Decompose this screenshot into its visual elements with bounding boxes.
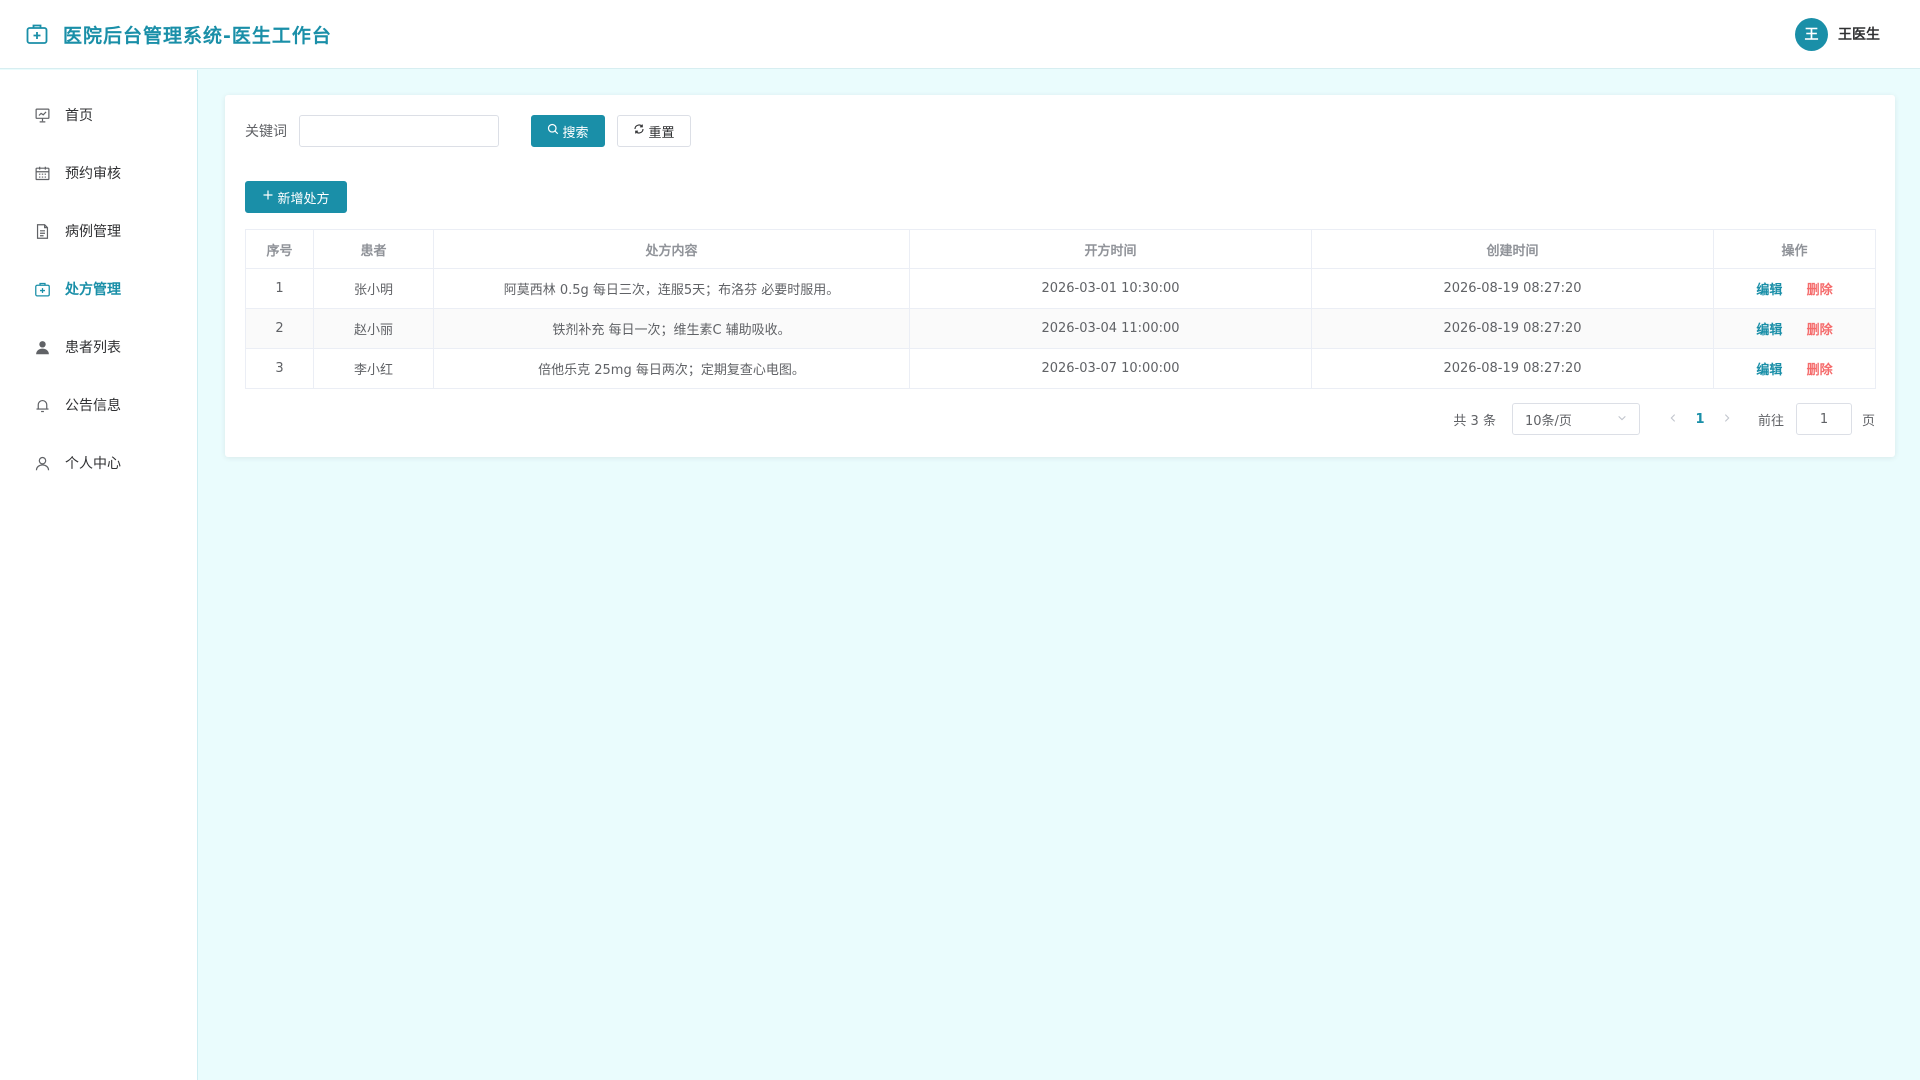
pagination-total: 共 3 条 [1453, 413, 1496, 429]
table-header-row: 序号 患者 处方内容 开方时间 创建时间 操作 [245, 229, 1876, 269]
page-size-value: 10条/页 [1524, 413, 1572, 429]
user-filled-icon [34, 339, 51, 356]
column-header-content: 处方内容 [433, 229, 910, 269]
avatar[interactable]: 王 [1795, 17, 1828, 51]
table-row: 1 张小明 阿莫西林 0.5g 每日三次，连服5天；布洛芬 必要时服用。 202… [245, 268, 1876, 309]
cell-patient: 李小红 [313, 348, 434, 389]
app-title: 医院后台管理系统-医生工作台 [63, 24, 332, 47]
sidebar-item-cases[interactable]: 病例管理 [0, 202, 197, 260]
chevron-down-icon [1617, 412, 1627, 427]
refresh-icon [633, 123, 645, 139]
edit-button[interactable]: 编辑 [1756, 323, 1782, 338]
column-header-created-time: 创建时间 [1311, 229, 1714, 269]
add-prescription-button[interactable]: 新增处方 [245, 181, 347, 213]
cell-prescribed-time: 2026-03-01 10:30:00 [909, 268, 1312, 309]
column-header-actions: 操作 [1713, 229, 1876, 269]
prescription-card: 关键词 搜索 重置 新增处方 序号 患者 处方内容 开方时间 创建时间 操作 1… [225, 95, 1895, 457]
sidebar-item-profile[interactable]: 个人中心 [0, 434, 197, 492]
reset-button-label: 重置 [648, 125, 675, 141]
keyword-input[interactable] [299, 115, 499, 147]
document-icon [34, 223, 51, 240]
calendar-icon [34, 165, 51, 182]
column-header-patient: 患者 [313, 229, 434, 269]
plus-icon [262, 189, 274, 205]
cell-index: 2 [245, 308, 314, 349]
cell-content: 铁剂补充 每日一次；维生素C 辅助吸收。 [433, 308, 910, 349]
search-button-label: 搜索 [562, 125, 589, 141]
sidebar-item-label: 患者列表 [65, 340, 121, 356]
sidebar-item-prescriptions[interactable]: 处方管理 [0, 260, 197, 318]
sidebar-item-patients[interactable]: 患者列表 [0, 318, 197, 376]
medical-kit-icon [34, 281, 51, 298]
cell-patient: 赵小丽 [313, 308, 434, 349]
cell-patient: 张小明 [313, 268, 434, 309]
column-header-index: 序号 [245, 229, 314, 269]
add-button-label: 新增处方 [277, 191, 330, 207]
user-icon [34, 455, 51, 472]
page-size-select[interactable]: 10条/页 [1511, 403, 1640, 435]
cell-actions: 编辑 删除 [1713, 348, 1876, 389]
sidebar-item-home[interactable]: 首页 [0, 86, 197, 144]
cell-created-time: 2026-08-19 08:27:20 [1311, 268, 1714, 309]
delete-button[interactable]: 删除 [1807, 363, 1833, 378]
bell-icon [34, 397, 51, 414]
cell-index: 1 [245, 268, 314, 309]
sidebar-item-label: 处方管理 [65, 282, 121, 298]
dashboard-icon [34, 107, 51, 124]
sidebar: 首页 预约审核 病例管理 处方管理 患者列表 公告信息 个人中心 [0, 70, 198, 1080]
search-icon [547, 123, 559, 139]
cell-actions: 编辑 删除 [1713, 268, 1876, 309]
cell-content: 倍他乐克 25mg 每日两次；定期复查心电图。 [433, 348, 910, 389]
goto-unit: 页 [1861, 413, 1875, 429]
sidebar-item-label: 个人中心 [65, 456, 121, 472]
cell-prescribed-time: 2026-03-04 11:00:00 [909, 308, 1312, 349]
top-header: 医院后台管理系统-医生工作台 王 王医生 [0, 0, 1920, 69]
prescription-table: 序号 患者 处方内容 开方时间 创建时间 操作 1 张小明 阿莫西林 0.5g … [245, 229, 1876, 389]
cell-content: 阿莫西林 0.5g 每日三次，连服5天；布洛芬 必要时服用。 [433, 268, 910, 309]
sidebar-item-notices[interactable]: 公告信息 [0, 376, 197, 434]
goto-label: 前往 [1757, 413, 1784, 429]
sidebar-item-label: 预约审核 [65, 166, 121, 182]
sidebar-item-label: 首页 [65, 108, 93, 124]
brand: 医院后台管理系统-医生工作台 [25, 21, 332, 48]
keyword-label: 关键词 [245, 124, 287, 140]
sidebar-item-label: 公告信息 [65, 398, 121, 414]
user-menu[interactable]: 王 王医生 [1795, 17, 1880, 51]
pagination: 共 3 条 10条/页 1 前往 页 [245, 403, 1875, 435]
delete-button[interactable]: 删除 [1807, 283, 1833, 298]
prev-page-button[interactable] [1662, 411, 1684, 427]
sidebar-item-appointments[interactable]: 预约审核 [0, 144, 197, 202]
search-bar: 关键词 搜索 重置 [245, 115, 1875, 147]
cell-index: 3 [245, 348, 314, 389]
chevron-left-icon [1668, 411, 1678, 427]
cell-prescribed-time: 2026-03-07 10:00:00 [909, 348, 1312, 389]
delete-button[interactable]: 删除 [1807, 323, 1833, 338]
page-number-current[interactable]: 1 [1684, 412, 1716, 427]
goto-page-input[interactable] [1795, 403, 1852, 435]
next-page-button[interactable] [1716, 411, 1738, 427]
edit-button[interactable]: 编辑 [1756, 283, 1782, 298]
cell-actions: 编辑 删除 [1713, 308, 1876, 349]
reset-button[interactable]: 重置 [617, 115, 691, 147]
table-row: 2 赵小丽 铁剂补充 每日一次；维生素C 辅助吸收。 2026-03-04 11… [245, 308, 1876, 349]
chevron-right-icon [1722, 411, 1732, 427]
edit-button[interactable]: 编辑 [1756, 363, 1782, 378]
user-name[interactable]: 王医生 [1838, 24, 1880, 44]
medical-kit-icon [25, 22, 49, 46]
sidebar-item-label: 病例管理 [65, 224, 121, 240]
cell-created-time: 2026-08-19 08:27:20 [1311, 308, 1714, 349]
search-button[interactable]: 搜索 [531, 115, 605, 147]
table-row: 3 李小红 倍他乐克 25mg 每日两次；定期复查心电图。 2026-03-07… [245, 348, 1876, 389]
cell-created-time: 2026-08-19 08:27:20 [1311, 348, 1714, 389]
column-header-prescribed-time: 开方时间 [909, 229, 1312, 269]
